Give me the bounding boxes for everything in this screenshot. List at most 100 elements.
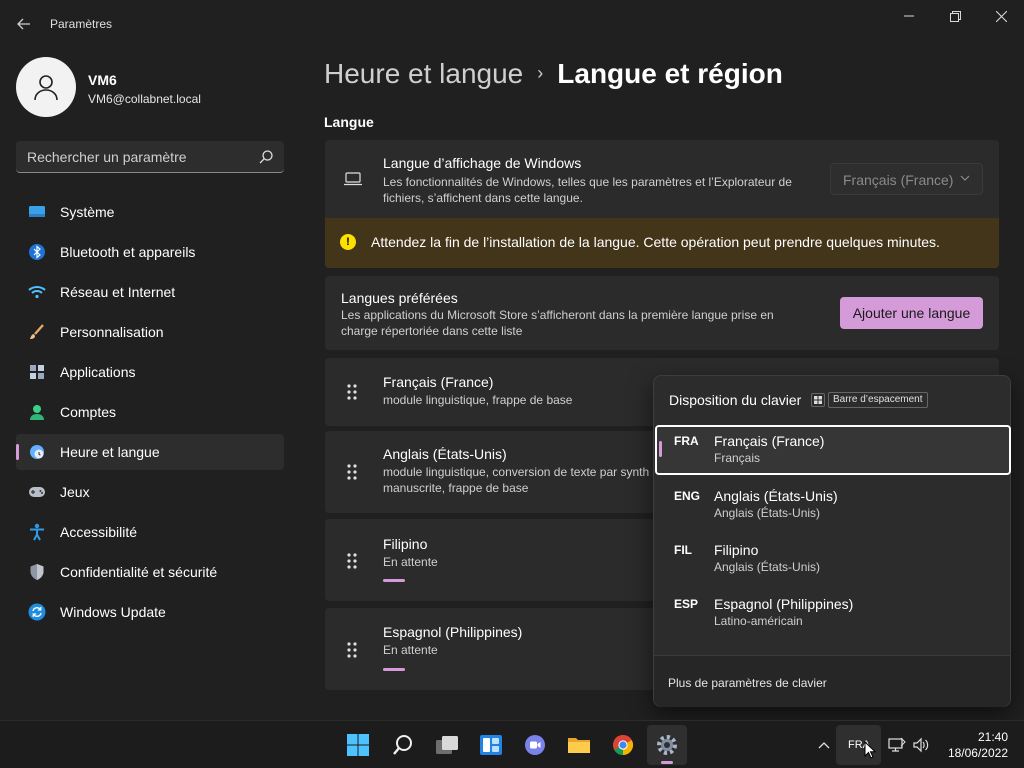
install-warning-bar: ! Attendez la fin de l’installation de l…	[325, 218, 999, 268]
layout-sub: Latino-américain	[714, 614, 803, 628]
preferred-languages-desc-1: Les applications du Microsoft Store s’af…	[341, 308, 774, 322]
keyboard-layout-flyout: Disposition du clavier Barre d’espacemen…	[653, 375, 1011, 707]
sidebar-item-windows-update[interactable]: Windows Update	[16, 594, 284, 630]
user-name: VM6	[88, 72, 117, 88]
window-title: Paramètres	[50, 17, 113, 31]
clock-time: 21:40	[977, 730, 1008, 744]
page-title: Langue et région	[557, 58, 783, 89]
language-detail: module linguistique, conversion de texte…	[383, 465, 650, 479]
sidebar-item-label: Accessibilité	[60, 524, 138, 540]
bluetooth-icon	[28, 243, 46, 261]
warning-text: Attendez la fin de l’installation de la …	[371, 234, 940, 250]
sidebar-item-label: Windows Update	[60, 604, 166, 620]
search-icon	[393, 735, 412, 755]
sidebar-item-personnalisation[interactable]: Personnalisation	[16, 314, 284, 350]
display-language-dropdown[interactable]: Français (France)	[830, 163, 983, 195]
keyboard-layout-option[interactable]: ENG Anglais (États-Unis) Anglais (États-…	[655, 480, 1011, 530]
clock[interactable]: 21:40 18/06/2022	[940, 729, 1008, 761]
sidebar-item-heure-langue[interactable]: Heure et langue	[16, 434, 284, 470]
chrome-button[interactable]	[603, 725, 643, 765]
teams-chat-button[interactable]	[515, 725, 555, 765]
layout-code: ESP	[674, 597, 699, 611]
start-button[interactable]	[338, 725, 378, 765]
keyboard-layout-option[interactable]: ESP Espagnol (Philippines) Latino-améric…	[655, 588, 1011, 638]
drag-handle-icon[interactable]	[346, 383, 358, 401]
breadcrumb-parent[interactable]: Heure et langue	[324, 58, 523, 89]
language-name: Anglais (États-Unis)	[383, 446, 507, 462]
show-hidden-icons-button[interactable]	[814, 735, 834, 755]
drag-handle-icon[interactable]	[346, 463, 358, 481]
flyout-footer: Plus de paramètres de clavier	[654, 655, 1010, 707]
breadcrumb: Heure et langue › Langue et région	[324, 58, 783, 90]
shortcut-hint: Barre d’espacement	[811, 392, 928, 408]
chevron-up-icon	[818, 742, 830, 749]
sidebar-item-label: Comptes	[60, 404, 117, 420]
sidebar-item-comptes[interactable]: Comptes	[16, 394, 284, 430]
apps-icon	[28, 363, 46, 381]
widgets-button[interactable]	[471, 725, 511, 765]
layout-code: FRA	[674, 434, 699, 448]
sidebar-item-jeux[interactable]: Jeux	[16, 474, 284, 510]
sidebar-item-label: Personnalisation	[60, 324, 164, 340]
sidebar-item-label: Confidentialité et sécurité	[60, 564, 218, 580]
minimize-icon	[904, 15, 914, 17]
avatar	[16, 57, 76, 117]
preferred-languages-desc-2: charge répertoriée dans cette liste	[341, 324, 523, 338]
language-detail: module linguistique, frappe de base	[383, 393, 573, 407]
keyboard-layout-option[interactable]: FRA Français (France) Français	[655, 425, 1011, 475]
task-view-button[interactable]	[427, 725, 467, 765]
sidebar-item-systeme[interactable]: Système	[16, 194, 284, 230]
clock-date: 18/06/2022	[947, 746, 1008, 760]
spacebar-key-label: Barre d’espacement	[828, 392, 928, 408]
maximize-button[interactable]	[932, 0, 978, 32]
sidebar-item-label: Réseau et Internet	[60, 284, 176, 300]
taskbar-search-button[interactable]	[383, 725, 423, 765]
sidebar-item-confidentialite[interactable]: Confidentialité et sécurité	[16, 554, 284, 590]
sidebar-item-accessibilite[interactable]: Accessibilité	[16, 514, 284, 550]
sidebar-item-label: Bluetooth et appareils	[60, 244, 196, 260]
file-explorer-button[interactable]	[559, 725, 599, 765]
install-progress-indicator	[383, 668, 405, 671]
settings-taskbar-button[interactable]	[647, 725, 687, 765]
windows-key-icon	[811, 393, 825, 407]
search-icon[interactable]	[258, 149, 274, 165]
sidebar-item-applications[interactable]: Applications	[16, 354, 284, 390]
more-keyboard-settings-link[interactable]: Plus de paramètres de clavier	[668, 676, 827, 690]
drag-handle-icon[interactable]	[346, 552, 358, 570]
sidebar-item-reseau[interactable]: Réseau et Internet	[16, 274, 284, 310]
back-button[interactable]	[10, 12, 38, 36]
chrome-icon	[613, 734, 634, 756]
account-icon	[28, 403, 46, 421]
minimize-button[interactable]	[886, 0, 932, 32]
brush-icon	[28, 323, 46, 341]
user-profile[interactable]: VM6 VM6@collabnet.local	[16, 57, 286, 119]
warning-icon: !	[340, 234, 356, 250]
sidebar-item-bluetooth[interactable]: Bluetooth et appareils	[16, 234, 284, 270]
sidebar-item-label: Heure et langue	[60, 444, 160, 460]
maximize-icon	[949, 10, 961, 22]
layout-sub: Anglais (États-Unis)	[714, 560, 821, 574]
accessibility-icon	[28, 523, 46, 541]
sidebar-nav: Système Bluetooth et appareils Réseau et…	[16, 194, 284, 634]
section-title: Langue	[324, 114, 374, 130]
install-progress-indicator	[383, 579, 405, 582]
add-language-button[interactable]: Ajouter une langue	[840, 297, 983, 329]
network-icon	[886, 735, 908, 755]
teams-chat-icon	[525, 735, 545, 755]
display-language-desc-1: Les fonctionnalités de Windows, telles q…	[383, 175, 792, 189]
language-name: Espagnol (Philippines)	[383, 624, 523, 640]
language-status: En attente	[383, 555, 438, 569]
preferred-languages-title: Langues préférées	[341, 290, 458, 306]
layout-name: Français (France)	[714, 433, 825, 449]
mouse-cursor-icon	[864, 741, 876, 759]
system-tray[interactable]	[886, 735, 934, 755]
title-bar: Paramètres	[0, 0, 1024, 48]
language-status: En attente	[383, 643, 438, 657]
back-arrow-icon	[17, 18, 30, 30]
keyboard-layout-option[interactable]: FIL Filipino Anglais (États-Unis)	[655, 534, 1011, 584]
settings-search-input[interactable]: Rechercher un paramètre	[16, 141, 284, 173]
close-button[interactable]	[978, 0, 1024, 32]
preferred-languages-card: Langues préférées Les applications du Mi…	[325, 276, 999, 350]
drag-handle-icon[interactable]	[346, 641, 358, 659]
gamepad-icon	[28, 483, 46, 501]
